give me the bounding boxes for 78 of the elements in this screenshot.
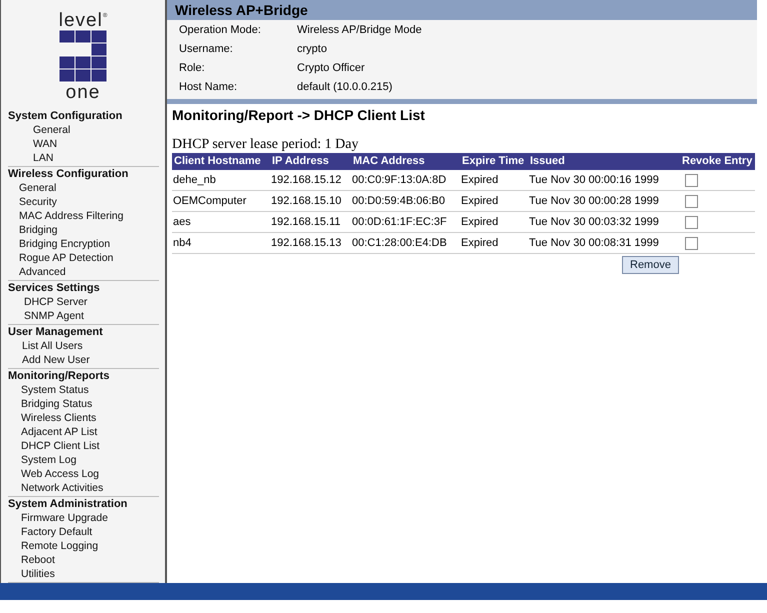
table-cell-text: 192.168.15.11 — [271, 215, 341, 230]
table-cell-text: dehe_nb — [173, 173, 216, 188]
table-cell-text: 192.168.15.12 — [271, 173, 342, 188]
table-cell-text: Expired — [461, 236, 498, 251]
menu-link[interactable]: Add New User — [8, 353, 159, 367]
menu-link[interactable]: List All Users — [8, 339, 159, 353]
table-cell-text: aes — [173, 215, 191, 230]
info-value: crypto — [297, 42, 328, 57]
menu-link[interactable]: Factory Default — [8, 525, 159, 539]
menu-link[interactable]: Advanced — [8, 265, 159, 279]
menu-link[interactable]: Firmware Upgrade — [8, 511, 159, 525]
menu-link[interactable]: Network Activities — [8, 481, 159, 495]
menu-link[interactable]: SNMP Agent — [8, 309, 159, 323]
section-title: Monitoring/Reports — [8, 369, 110, 383]
table-cell-text: 00:C0:9F:13:0A:8D — [352, 173, 446, 188]
revoke-checkbox[interactable] — [685, 236, 698, 250]
logo-grid-icon — [59, 30, 107, 82]
logo-text: one — [66, 84, 100, 101]
remove-button[interactable]: Remove — [622, 256, 679, 274]
table-cell-text: 192.168.15.10 — [271, 194, 342, 209]
info-value: Crypto Officer — [297, 61, 366, 76]
section-title: User Management — [8, 325, 104, 339]
table-cell-text: nb4 — [173, 236, 192, 251]
device-title: Wireless AP+Bridge — [175, 2, 308, 18]
info-label: Role: — [179, 61, 206, 76]
menu-link[interactable]: Security — [8, 195, 159, 209]
menu-link[interactable]: DHCP Server — [8, 295, 159, 309]
section-title: System Administration — [8, 497, 128, 511]
info-label: Operation Mode: — [179, 23, 262, 38]
lease-text: DHCP server lease period: 1 Day — [172, 136, 360, 153]
menu-link[interactable]: Wireless Clients — [8, 411, 159, 425]
column-header: MAC Address — [351, 153, 460, 170]
info-label: Host Name: — [179, 80, 238, 95]
info-value: default (10.0.0.215) — [297, 80, 394, 95]
table-cell-text: Expired — [461, 173, 498, 188]
menu-link[interactable]: Rogue AP Detection — [8, 251, 159, 265]
menu-link[interactable]: Web Access Log — [8, 467, 159, 481]
table-cell-text: Tue Nov 30 00:00:16 1999 — [529, 173, 659, 188]
column-header: IP Address — [270, 153, 351, 170]
table-cell-text: Expired — [461, 194, 498, 209]
menu-link[interactable]: Reboot — [8, 553, 159, 567]
section-title: Wireless Configuration — [8, 167, 130, 181]
table-cell-text: 00:C1:28:00:E4:DB — [352, 236, 447, 251]
column-header: Client Hostname — [172, 153, 270, 170]
table-cell-text: 00:D0:59:4B:06:B0 — [352, 194, 445, 209]
table-cell-text: Tue Nov 30 00:00:28 1999 — [529, 194, 659, 209]
menu-link[interactable]: Remote Logging — [8, 539, 159, 553]
info-value: Wireless AP/Bridge Mode — [297, 23, 423, 38]
section-title: System Configuration — [8, 109, 124, 123]
table-cell-text: Tue Nov 30 00:03:32 1999 — [529, 215, 659, 230]
menu-link[interactable]: Bridging Status — [8, 397, 159, 411]
menu-link[interactable]: General — [8, 123, 159, 137]
menu-link[interactable]: DHCP Client List — [8, 439, 159, 453]
column-header: Expire Time — [460, 153, 528, 170]
info-label: Username: — [179, 42, 234, 57]
table-cell-text: Tue Nov 30 00:08:31 1999 — [529, 236, 659, 251]
table-cell-text: 00:0D:61:1F:EC:3F — [352, 215, 447, 230]
menu-link[interactable]: System Log — [8, 453, 159, 467]
column-header: Revoke Entry — [680, 153, 755, 170]
page-title: Monitoring/Report -> DHCP Client List — [172, 106, 426, 124]
menu-link[interactable]: Adjacent AP List — [8, 425, 159, 439]
section-title: Services Settings — [8, 281, 101, 295]
table-cell-text: Expired — [461, 215, 498, 230]
logo-text: level — [58, 12, 103, 29]
revoke-checkbox[interactable] — [685, 194, 698, 208]
column-header: Issued — [528, 153, 680, 170]
revoke-checkbox[interactable] — [685, 216, 698, 228]
menu-link[interactable]: WAN — [8, 137, 159, 151]
table-cell-text: OEMComputer — [173, 194, 246, 209]
menu-link[interactable]: Utilities — [8, 567, 159, 581]
menu-link[interactable]: LAN — [8, 151, 159, 165]
menu-link[interactable]: Bridging — [8, 223, 159, 237]
menu-link[interactable]: Bridging Encryption — [8, 237, 159, 251]
menu-link[interactable]: System Status — [8, 383, 159, 397]
menu-link[interactable]: General — [8, 181, 159, 195]
revoke-checkbox[interactable] — [685, 174, 698, 186]
table-cell-text: 192.168.15.13 — [271, 236, 342, 251]
menu-link[interactable]: MAC Address Filtering — [8, 209, 159, 223]
